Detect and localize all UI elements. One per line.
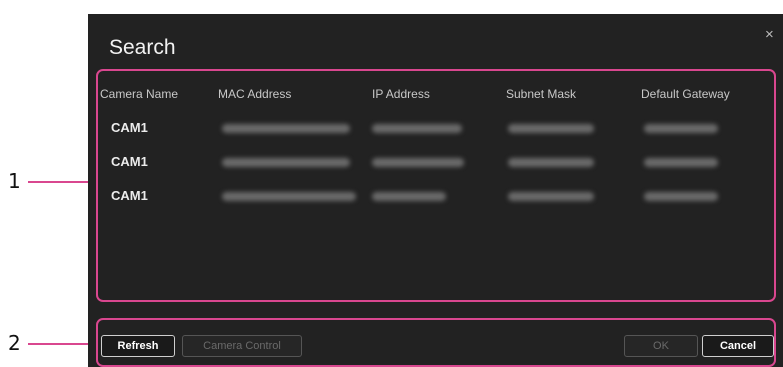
ip-address-cell-redacted [372,124,462,133]
search-dialog: Search × Camera Name MAC Address IP Addr… [88,14,783,367]
camera-name-cell: CAM1 [111,188,148,203]
camera-name-cell: CAM1 [111,120,148,135]
subnet-mask-cell-redacted [508,192,594,201]
table-row[interactable]: CAM1 [98,120,774,140]
mac-address-cell-redacted [222,124,350,133]
cancel-button[interactable]: Cancel [702,335,774,357]
mac-address-cell-redacted [222,158,350,167]
ip-address-cell-redacted [372,192,446,201]
default-gateway-cell-redacted [644,124,718,133]
column-header-mac-address[interactable]: MAC Address [218,87,291,101]
mac-address-cell-redacted [222,192,356,201]
column-header-subnet-mask[interactable]: Subnet Mask [506,87,576,101]
callout-label-2: 2 [8,331,21,355]
column-header-ip-address[interactable]: IP Address [372,87,430,101]
default-gateway-cell-redacted [644,158,718,167]
close-icon[interactable]: × [765,26,774,43]
table-row[interactable]: CAM1 [98,154,774,174]
ip-address-cell-redacted [372,158,464,167]
callout-label-1: 1 [8,169,21,193]
table-row[interactable]: CAM1 [98,188,774,208]
subnet-mask-cell-redacted [508,124,594,133]
callout-line-2 [28,343,96,345]
dialog-title: Search [109,36,176,59]
column-header-camera-name[interactable]: Camera Name [100,87,178,101]
camera-control-button[interactable]: Camera Control [182,335,302,357]
ok-button[interactable]: OK [624,335,698,357]
camera-list-section: Camera Name MAC Address IP Address Subne… [96,69,776,302]
subnet-mask-cell-redacted [508,158,594,167]
callout-line-1 [28,181,96,183]
refresh-button[interactable]: Refresh [101,335,175,357]
camera-name-cell: CAM1 [111,154,148,169]
button-bar-section: Refresh Camera Control OK Cancel [96,318,776,367]
default-gateway-cell-redacted [644,192,718,201]
column-header-default-gateway[interactable]: Default Gateway [641,87,730,101]
